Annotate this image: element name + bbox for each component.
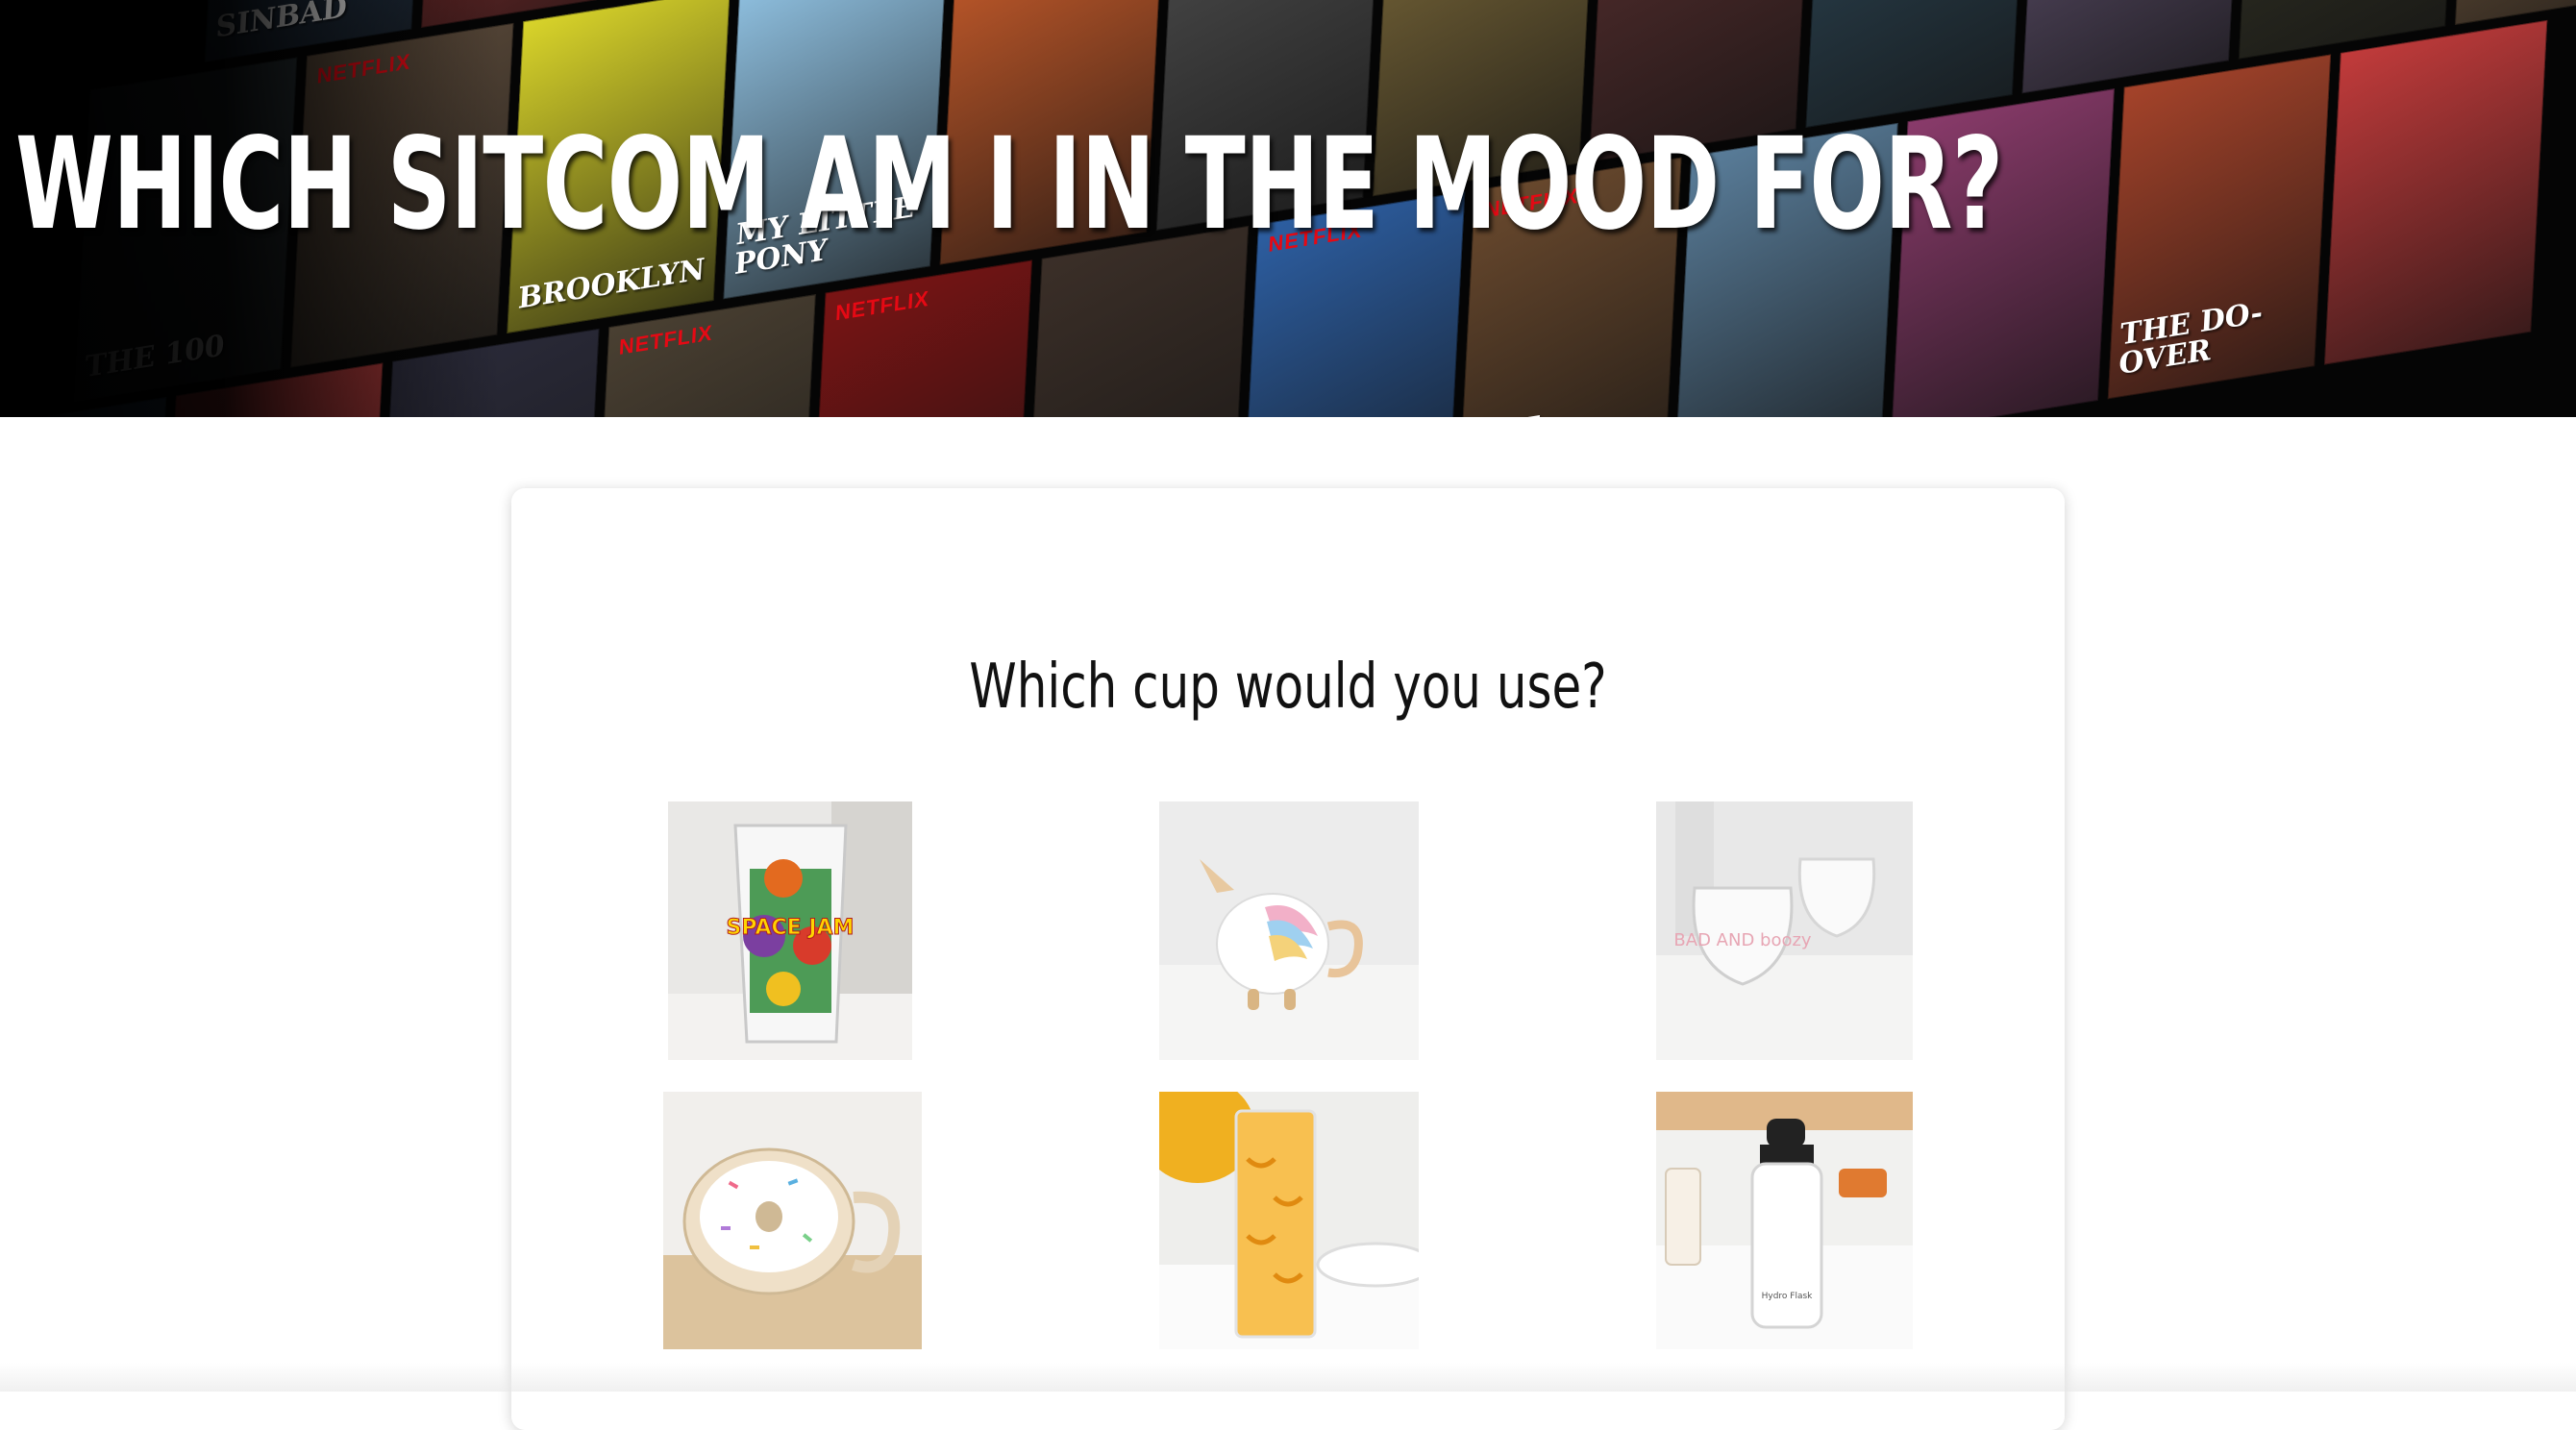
netflix-logo-text: NETFLIX	[618, 320, 714, 360]
cup-option-donut-mug[interactable]	[663, 1092, 922, 1349]
space-jam-logo-text: SPACE JAM	[727, 916, 855, 940]
poster-title-text: BROOKLYN	[517, 252, 706, 317]
poster-title-text: THE DO-OVER	[2118, 295, 2264, 382]
cup-option-banana-glass[interactable]	[1159, 1092, 1419, 1349]
cup-option-unicorn-mug[interactable]	[1159, 801, 1419, 1060]
quiz-title: WHICH SITCOM AM I IN THE MOOD FOR?	[15, 111, 2003, 259]
bad-and-boozy-glasses-image: BAD AND boozy	[1656, 801, 1913, 1060]
unicorn-mug-image	[1159, 801, 1419, 1060]
banana-glass-image	[1159, 1092, 1419, 1349]
question-card: Which cup would you use? SPACE JAM BAD A…	[511, 488, 2065, 1430]
show-poster: NETFLIXDAREDEVIL	[808, 259, 1032, 417]
show-poster: THE DO-OVER	[2107, 54, 2332, 400]
question-text: Which cup would you use?	[969, 652, 1607, 723]
poster-title-text: THE RANCH	[1469, 394, 1660, 417]
cup-option-bad-and-boozy-glasses[interactable]: BAD AND boozy	[1656, 801, 1913, 1060]
hydro-flask-brand-text: Hydro Flask	[1762, 1292, 1814, 1301]
hydro-flask-image: Hydro Flask	[1656, 1092, 1913, 1349]
space-jam-glass-image: SPACE JAM	[668, 801, 912, 1060]
glass-print-text: BAD AND boozy	[1673, 930, 1812, 950]
cup-option-hydro-flask[interactable]: Hydro Flask	[1656, 1092, 1913, 1349]
quiz-header-banner: SINBADSTRANGER THINGSNETFLIXNETFLIXDARED…	[0, 0, 2576, 417]
cup-option-space-jam-glass[interactable]: SPACE JAM	[668, 801, 912, 1060]
show-poster	[2323, 19, 2548, 365]
page-bottom-edge	[0, 1363, 2576, 1392]
netflix-logo-text: NETFLIX	[834, 285, 930, 326]
donut-mug-image	[663, 1092, 922, 1349]
